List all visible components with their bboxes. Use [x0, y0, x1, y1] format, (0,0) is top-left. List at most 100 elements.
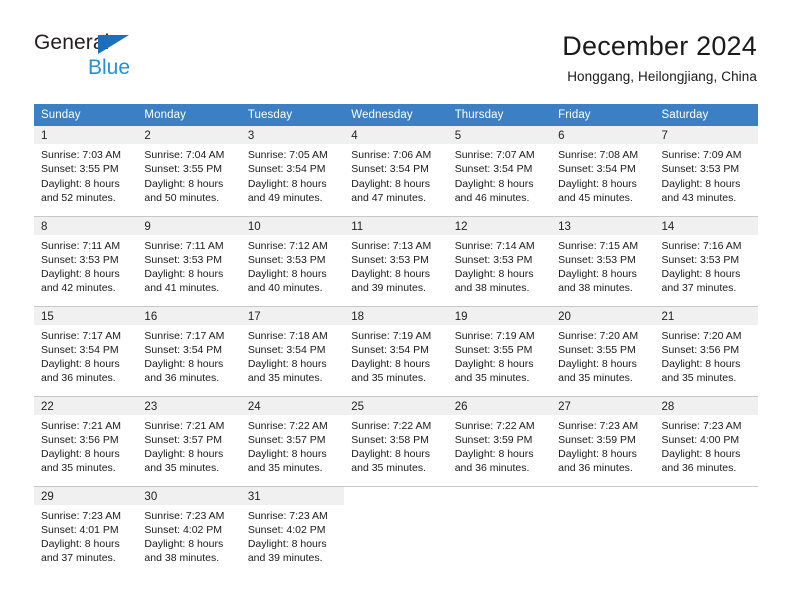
- day-cell[interactable]: 19 Sunrise: 7:19 AM Sunset: 3:55 PM Dayligh…: [447, 306, 552, 397]
- day-info: Sunrise: 7:16 AM Sunset: 3:53 PM Daylight:…: [655, 235, 758, 296]
- day-cell[interactable]: 29 Sunrise: 7:23 AM Sunset: 4:01 PM Dayligh…: [34, 486, 138, 576]
- day-cell[interactable]: 30 Sunrise: 7:23 AM Sunset: 4:02 PM Dayligh…: [137, 486, 241, 576]
- weekday-header-monday: Monday: [137, 104, 241, 126]
- sunset-text: Sunset: 4:02 PM: [247, 523, 326, 536]
- day-number: 24: [240, 396, 345, 415]
- day-info: Sunrise: 7:21 AM Sunset: 3:57 PM Daylight:…: [137, 415, 240, 476]
- day-cell[interactable]: 3 Sunrise: 7:05 AM Sunset: 3:54 PM Daylight…: [240, 126, 345, 217]
- day-info: Sunrise: 7:11 AM Sunset: 3:53 PM Daylight:…: [137, 235, 240, 296]
- day-cell[interactable]: 31 Sunrise: 7:23 AM Sunset: 4:02 PM Dayligh…: [240, 486, 345, 576]
- day-cell[interactable]: 13 Sunrise: 7:15 AM Sunset: 3:53 PM Dayligh…: [551, 216, 655, 307]
- sunset-text: Sunset: 3:53 PM: [247, 253, 326, 266]
- sunrise-text: Sunrise: 7:15 AM: [558, 239, 639, 252]
- sunset-text: Sunset: 3:55 PM: [41, 163, 119, 176]
- day-number: 19: [447, 306, 552, 325]
- day-cell[interactable]: 10 Sunrise: 7:12 AM Sunset: 3:53 PM Dayligh…: [240, 216, 345, 307]
- daylight-text-line2: and 41 minutes.: [144, 282, 220, 295]
- sunrise-text: Sunrise: 7:22 AM: [454, 419, 535, 432]
- day-info: Sunrise: 7:12 AM Sunset: 3:53 PM Daylight:…: [241, 235, 344, 296]
- daylight-text-line1: Daylight: 8 hours: [41, 177, 120, 190]
- logo-triangle-icon: [98, 35, 129, 54]
- day-info: Sunrise: 7:23 AM Sunset: 4:02 PM Daylight:…: [241, 505, 344, 566]
- day-cell[interactable]: 11 Sunrise: 7:13 AM Sunset: 3:53 PM Dayligh…: [344, 216, 448, 307]
- day-cell[interactable]: 14 Sunrise: 7:16 AM Sunset: 3:53 PM Dayligh…: [654, 216, 758, 307]
- day-info: Sunrise: 7:19 AM Sunset: 3:54 PM Daylight:…: [344, 325, 447, 386]
- sunrise-text: Sunrise: 7:19 AM: [454, 329, 535, 342]
- sunset-text: Sunset: 3:53 PM: [454, 253, 533, 266]
- daylight-text-line2: and 37 minutes.: [41, 552, 116, 565]
- sunrise-text: Sunrise: 7:06 AM: [351, 149, 432, 161]
- day-cell[interactable]: 15 Sunrise: 7:17 AM Sunset: 3:54 PM Dayligh…: [34, 306, 138, 397]
- day-cell[interactable]: 27 Sunrise: 7:23 AM Sunset: 3:59 PM Dayligh…: [551, 396, 655, 487]
- day-cell[interactable]: 21 Sunrise: 7:20 AM Sunset: 3:56 PM Dayligh…: [654, 306, 758, 397]
- day-cell[interactable]: 1 Sunrise: 7:03 AM Sunset: 3:55 PM Daylight…: [34, 126, 138, 217]
- sunrise-text: Sunrise: 7:23 AM: [661, 419, 742, 432]
- daylight-text-line2: and 35 minutes.: [41, 462, 116, 475]
- daylight-text-line2: and 38 minutes.: [144, 552, 220, 565]
- day-cell[interactable]: 2 Sunrise: 7:04 AM Sunset: 3:55 PM Daylight…: [137, 126, 241, 217]
- day-cell[interactable]: 4 Sunrise: 7:06 AM Sunset: 3:54 PM Daylight…: [344, 126, 448, 217]
- day-info: Sunrise: 7:23 AM Sunset: 3:59 PM Daylight:…: [551, 415, 654, 476]
- daylight-text-line2: and 35 minutes.: [558, 372, 633, 385]
- day-info: Sunrise: 7:20 AM Sunset: 3:56 PM Daylight:…: [655, 325, 758, 386]
- daylight-text-line2: and 47 minutes.: [351, 191, 426, 204]
- day-number: 3: [240, 126, 345, 144]
- day-cell[interactable]: 23 Sunrise: 7:21 AM Sunset: 3:57 PM Dayligh…: [137, 396, 241, 487]
- day-number: [551, 486, 655, 505]
- daylight-text-line1: Daylight: 8 hours: [41, 268, 120, 281]
- sunrise-text: Sunrise: 7:11 AM: [41, 239, 121, 252]
- daylight-text-line2: and 52 minutes.: [41, 191, 116, 204]
- day-number: 8: [34, 216, 138, 235]
- day-cell[interactable]: 26 Sunrise: 7:22 AM Sunset: 3:59 PM Dayligh…: [447, 396, 552, 487]
- daylight-text-line1: Daylight: 8 hours: [144, 268, 224, 281]
- day-cell[interactable]: 6 Sunrise: 7:08 AM Sunset: 3:54 PM Daylight…: [551, 126, 655, 217]
- sunrise-text: Sunrise: 7:22 AM: [351, 419, 432, 432]
- day-info: Sunrise: 7:18 AM Sunset: 3:54 PM Daylight:…: [241, 325, 344, 386]
- daylight-text-line1: Daylight: 8 hours: [351, 358, 431, 371]
- sunset-text: Sunset: 3:58 PM: [351, 433, 429, 446]
- day-cell[interactable]: 20 Sunrise: 7:20 AM Sunset: 3:55 PM Dayligh…: [551, 306, 655, 397]
- sunset-text: Sunset: 3:54 PM: [247, 163, 326, 176]
- day-number: 15: [34, 306, 138, 325]
- daylight-text-line1: Daylight: 8 hours: [144, 358, 224, 371]
- daylight-text-line1: Daylight: 8 hours: [454, 268, 534, 281]
- daylight-text-line1: Daylight: 8 hours: [41, 358, 120, 371]
- day-number: 30: [137, 486, 241, 505]
- day-cell[interactable]: 16 Sunrise: 7:17 AM Sunset: 3:54 PM Dayligh…: [137, 306, 241, 397]
- day-number: [447, 486, 552, 505]
- day-info: Sunrise: 7:23 AM Sunset: 4:01 PM Daylight:…: [34, 505, 137, 566]
- day-number: 31: [240, 486, 345, 505]
- calendar-week-row: 8 Sunrise: 7:11 AM Sunset: 3:53 PM Daylight…: [34, 216, 758, 307]
- day-cell[interactable]: 28 Sunrise: 7:23 AM Sunset: 4:00 PM Dayligh…: [654, 396, 758, 487]
- day-cell[interactable]: 24 Sunrise: 7:22 AM Sunset: 3:57 PM Dayligh…: [240, 396, 345, 487]
- day-info: Sunrise: 7:23 AM Sunset: 4:00 PM Daylight:…: [655, 415, 758, 476]
- daylight-text-line2: and 37 minutes.: [661, 282, 737, 295]
- day-cell[interactable]: 18 Sunrise: 7:19 AM Sunset: 3:54 PM Dayligh…: [344, 306, 448, 397]
- title-block: December 2024 Honggang, Heilongjiang, Ch…: [562, 30, 757, 86]
- day-cell[interactable]: 7 Sunrise: 7:09 AM Sunset: 3:53 PM Daylight…: [654, 126, 758, 217]
- sunrise-text: Sunrise: 7:23 AM: [41, 509, 121, 522]
- day-cell[interactable]: 12 Sunrise: 7:14 AM Sunset: 3:53 PM Dayligh…: [447, 216, 552, 307]
- day-cell[interactable]: 25 Sunrise: 7:22 AM Sunset: 3:58 PM Dayligh…: [344, 396, 448, 487]
- sunrise-text: Sunrise: 7:20 AM: [661, 329, 742, 342]
- page-title: December 2024: [562, 31, 757, 61]
- daylight-text-line1: Daylight: 8 hours: [558, 358, 637, 371]
- day-cell[interactable]: 5 Sunrise: 7:07 AM Sunset: 3:54 PM Daylight…: [447, 126, 552, 217]
- calendar-week-row: 15 Sunrise: 7:17 AM Sunset: 3:54 PM Dayligh…: [34, 306, 758, 397]
- day-info: Sunrise: 7:09 AM Sunset: 3:53 PM Daylight:…: [655, 144, 758, 205]
- daylight-text-line1: Daylight: 8 hours: [661, 358, 741, 371]
- sunrise-text: Sunrise: 7:19 AM: [351, 329, 432, 342]
- day-cell[interactable]: 8 Sunrise: 7:11 AM Sunset: 3:53 PM Daylight…: [34, 216, 138, 307]
- day-number: 23: [137, 396, 241, 415]
- day-info: Sunrise: 7:07 AM Sunset: 3:54 PM Daylight:…: [448, 144, 551, 205]
- day-cell[interactable]: 22 Sunrise: 7:21 AM Sunset: 3:56 PM Dayligh…: [34, 396, 138, 487]
- day-info: Sunrise: 7:22 AM Sunset: 3:59 PM Daylight:…: [448, 415, 551, 476]
- sunrise-text: Sunrise: 7:21 AM: [144, 419, 225, 432]
- day-cell[interactable]: 9 Sunrise: 7:11 AM Sunset: 3:53 PM Daylight…: [137, 216, 241, 307]
- sunrise-text: Sunrise: 7:09 AM: [661, 149, 742, 161]
- daylight-text-line1: Daylight: 8 hours: [454, 448, 534, 461]
- day-cell[interactable]: 17 Sunrise: 7:18 AM Sunset: 3:54 PM Dayligh…: [240, 306, 345, 397]
- sunrise-text: Sunrise: 7:21 AM: [41, 419, 121, 432]
- sunrise-text: Sunrise: 7:14 AM: [454, 239, 535, 252]
- general-blue-logo[interactable]: General Blue: [34, 32, 214, 84]
